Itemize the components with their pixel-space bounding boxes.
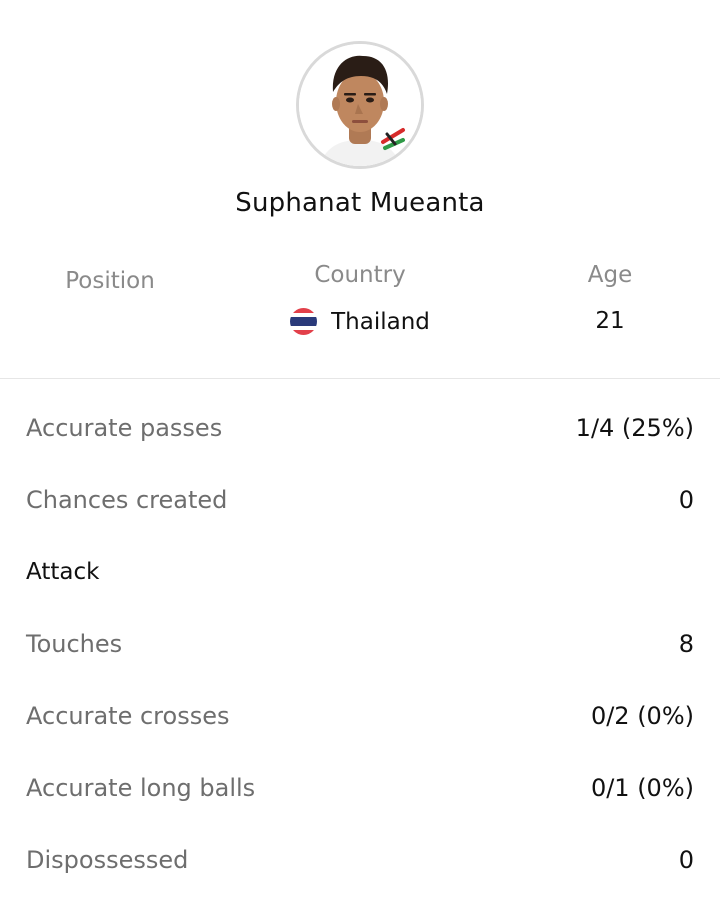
stats-list: Accurate passes 1/4 (25%) Chances create… <box>0 392 720 896</box>
stat-row-dispossessed: Dispossessed 0 <box>0 824 720 896</box>
stat-label: Dispossessed <box>26 846 189 874</box>
stat-label: Accurate crosses <box>26 702 230 730</box>
stat-label: Accurate passes <box>26 414 223 442</box>
country-label: Country <box>314 262 406 288</box>
player-avatar <box>296 41 424 169</box>
stat-value: 0/2 (0%) <box>590 702 694 730</box>
country-name: Thailand <box>331 308 430 335</box>
country-value: Thailand <box>260 308 460 335</box>
section-header-attack: Attack <box>0 536 720 608</box>
stat-row-accurate-passes: Accurate passes 1/4 (25%) <box>0 392 720 464</box>
stat-value: 0/1 (0%) <box>590 774 694 802</box>
stat-row-chances-created: Chances created 0 <box>0 464 720 536</box>
player-photo <box>299 44 421 166</box>
position-label: Position <box>65 268 155 294</box>
player-name: Suphanat Mueanta <box>235 188 485 218</box>
age-value: 21 <box>595 308 625 334</box>
stat-value: 1/4 (25%) <box>575 414 694 442</box>
age-column: Age 21 <box>550 262 670 334</box>
position-column: Position <box>30 268 190 294</box>
section-divider <box>0 378 720 379</box>
stat-label: Chances created <box>26 486 228 514</box>
stat-value: 0 <box>678 846 694 874</box>
stat-value: 0 <box>678 486 694 514</box>
thailand-flag-icon <box>290 308 318 335</box>
country-column: Country Thailand <box>260 262 460 335</box>
stat-value: 8 <box>678 630 694 658</box>
age-label: Age <box>587 262 633 288</box>
stat-row-accurate-long-balls: Accurate long balls 0/1 (0%) <box>0 752 720 824</box>
stat-label: Touches <box>26 630 123 658</box>
section-title: Attack <box>26 559 100 585</box>
stat-row-touches: Touches 8 <box>0 608 720 680</box>
stat-row-accurate-crosses: Accurate crosses 0/2 (0%) <box>0 680 720 752</box>
stat-label: Accurate long balls <box>26 774 256 802</box>
